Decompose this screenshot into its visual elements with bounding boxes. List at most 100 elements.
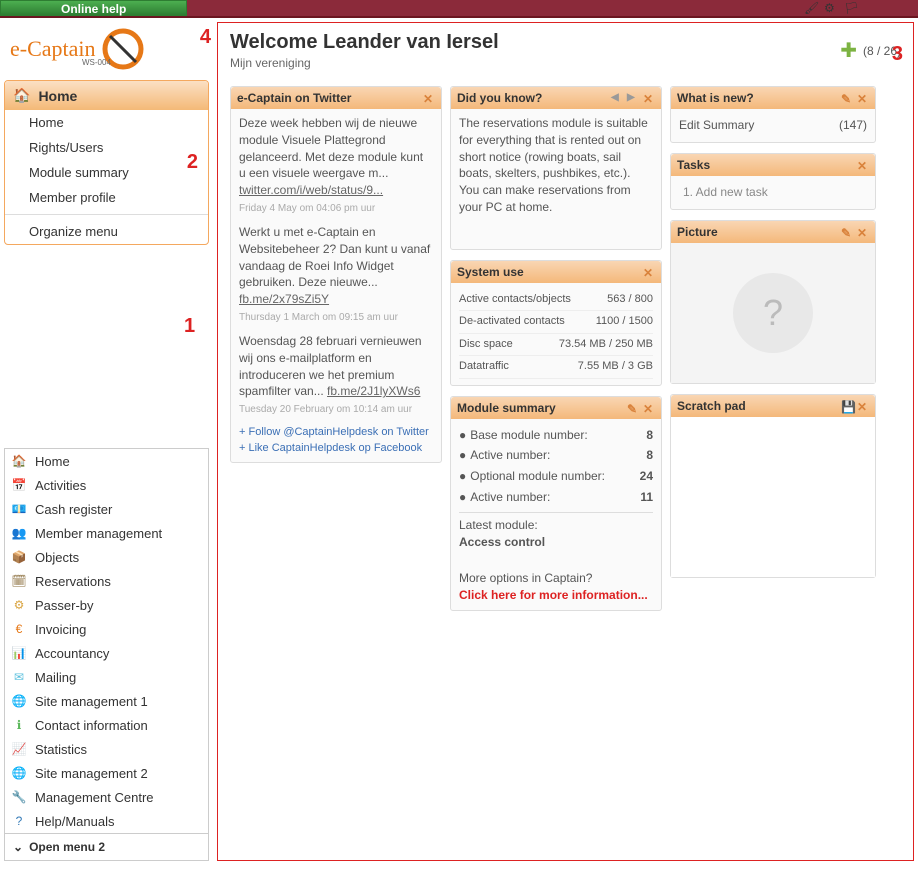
like-facebook-link[interactable]: + Like CaptainHelpdesk op Facebook bbox=[239, 441, 433, 456]
nav-item[interactable]: ⚙Passer-by bbox=[5, 593, 208, 617]
tweet-time: Thursday 1 March om 09:15 am uur bbox=[239, 312, 398, 323]
welcome-title: Welcome Leander van Iersel bbox=[230, 31, 499, 54]
tweet: Woensdag 28 februari vernieuwen wij ons … bbox=[239, 333, 433, 417]
system-label: Datatraffic bbox=[459, 359, 509, 374]
nav-item[interactable]: ℹContact information bbox=[5, 713, 208, 737]
close-icon[interactable]: ✕ bbox=[643, 402, 655, 414]
follow-twitter-link[interactable]: + Follow @CaptainHelpdesk on Twitter bbox=[239, 425, 433, 440]
close-icon[interactable]: ✕ bbox=[857, 159, 869, 171]
next-icon[interactable]: ▶ bbox=[627, 92, 639, 104]
nav-icon: ⚙ bbox=[11, 597, 27, 613]
nav-item[interactable]: 🔧Management Centre bbox=[5, 785, 208, 809]
whatsnew-row[interactable]: Edit Summary (147) bbox=[679, 115, 867, 136]
latest-module-value: Access control bbox=[459, 535, 545, 549]
tweet-link[interactable]: fb.me/2J1lyXWs6 bbox=[327, 384, 420, 398]
add-task-link[interactable]: 1. Add new task bbox=[679, 182, 867, 203]
edit-icon[interactable]: ✎ bbox=[841, 92, 853, 104]
nav-icon: 👥 bbox=[11, 525, 27, 541]
online-help-button[interactable]: Online help bbox=[0, 0, 187, 16]
twitter-widget-header[interactable]: e-Captain on Twitter ✕ bbox=[231, 87, 441, 109]
nav-icon: 📦 bbox=[11, 549, 27, 565]
home-menu-item[interactable]: Rights/Users bbox=[5, 135, 208, 160]
home-menu-item[interactable]: Module summary bbox=[5, 160, 208, 185]
nav-label: Home bbox=[35, 454, 70, 469]
modsummary-header[interactable]: Module summary ✎ ✕ bbox=[451, 397, 661, 419]
tweet-link[interactable]: twitter.com/i/web/status/9... bbox=[239, 183, 383, 197]
nav-item[interactable]: 🌐 Site management 2 bbox=[5, 761, 208, 785]
nav-item[interactable]: ?Help/Manuals bbox=[5, 809, 208, 833]
tasks-header[interactable]: Tasks ✕ bbox=[671, 154, 875, 176]
didyouknow-title: Did you know? bbox=[457, 91, 542, 105]
nav-icon: 🌐 bbox=[11, 693, 27, 709]
systemuse-header[interactable]: System use ✕ bbox=[451, 261, 661, 283]
tweet-link[interactable]: fb.me/2x79sZi5Y bbox=[239, 292, 329, 306]
nav-icon: € bbox=[11, 621, 27, 637]
annotation-2: 2 bbox=[187, 151, 198, 174]
close-icon[interactable]: ✕ bbox=[423, 92, 435, 104]
placeholder-image-icon: ? bbox=[733, 273, 813, 353]
close-icon[interactable]: ✕ bbox=[643, 92, 655, 104]
system-label: De-activated contacts bbox=[459, 314, 565, 329]
close-icon[interactable]: ✕ bbox=[643, 266, 655, 278]
nav-item[interactable]: 📈Statistics bbox=[5, 737, 208, 761]
nav-icon: 📊 bbox=[11, 645, 27, 661]
didyouknow-widget: Did you know? ◀ ▶ ✕ The reservations mod… bbox=[450, 86, 662, 250]
close-icon[interactable]: ✕ bbox=[857, 400, 869, 412]
whatsnew-widget: What is new? ✎ ✕ Edit Summary (147) bbox=[670, 86, 876, 143]
nav-item[interactable]: 📅Activities bbox=[5, 473, 208, 497]
system-row: Datatraffic 7.55 MB / 3 GB bbox=[459, 356, 653, 378]
module-row: ●Optional module number:24 bbox=[459, 466, 653, 487]
picture-header[interactable]: Picture ✎ ✕ bbox=[671, 221, 875, 243]
module-label: ●Active number: bbox=[459, 489, 550, 506]
open-menu-toggle[interactable]: ⌄Open menu 2 bbox=[5, 833, 208, 860]
whatsnew-header[interactable]: What is new? ✎ ✕ bbox=[671, 87, 875, 109]
close-icon[interactable]: ✕ bbox=[857, 226, 869, 238]
twitter-widget: e-Captain on Twitter ✕ Deze week hebben … bbox=[230, 86, 442, 463]
nav-item[interactable]: €Invoicing bbox=[5, 617, 208, 641]
save-icon[interactable]: 💾 bbox=[841, 400, 853, 412]
nav-label: Site management 2 bbox=[35, 766, 148, 781]
edit-icon[interactable]: ✎ bbox=[627, 402, 639, 414]
nav-item[interactable]: ✉Mailing bbox=[5, 665, 208, 689]
nav-item[interactable]: 📊Accountancy bbox=[5, 641, 208, 665]
scratchpad-textarea[interactable] bbox=[671, 417, 875, 577]
tweet-time: Tuesday 20 February om 10:14 am uur bbox=[239, 404, 412, 415]
prev-icon[interactable]: ◀ bbox=[611, 92, 623, 104]
home-menu-header[interactable]: 🏠 Home bbox=[5, 81, 208, 110]
nav-item[interactable]: 🗓Reservations bbox=[5, 569, 208, 593]
didyouknow-header[interactable]: Did you know? ◀ ▶ ✕ bbox=[451, 87, 661, 109]
top-bar: Online help 🖌 ⚙ 🏳 bbox=[0, 0, 918, 18]
edit-icon[interactable]: ✎ bbox=[841, 226, 853, 238]
tool-icon-2[interactable]: ⚙ bbox=[824, 1, 838, 15]
nav-label: Activities bbox=[35, 478, 86, 493]
nav-label: Member management bbox=[35, 526, 162, 541]
organize-menu-link[interactable]: Organize menu bbox=[5, 219, 208, 244]
module-label: ●Optional module number: bbox=[459, 468, 605, 485]
system-label: Active contacts/objects bbox=[459, 292, 571, 307]
plus-icon[interactable]: ✚ bbox=[840, 38, 857, 63]
home-menu-item[interactable]: Home bbox=[5, 110, 208, 135]
system-row: Active contacts/objects563 / 800 bbox=[459, 289, 653, 311]
picture-title: Picture bbox=[677, 225, 718, 239]
scratchpad-header[interactable]: Scratch pad 💾 ✕ bbox=[671, 395, 875, 417]
nav-item[interactable]: 👥 Member management bbox=[5, 521, 208, 545]
nav-icon: 🌐 bbox=[11, 765, 27, 781]
system-row: De-activated contacts1100 / 1500 bbox=[459, 311, 653, 333]
scratchpad-body bbox=[671, 417, 875, 577]
home-menu-title: Home bbox=[38, 88, 77, 104]
nav-item[interactable]: 🏠 Home bbox=[5, 449, 208, 473]
nav-item[interactable]: 📦Objects bbox=[5, 545, 208, 569]
nav-icon: 🏠 bbox=[11, 453, 27, 469]
tool-icon-3[interactable]: 🏳 bbox=[844, 1, 858, 15]
whatsnew-title: What is new? bbox=[677, 91, 754, 105]
nav-item[interactable]: 💶Cash register bbox=[5, 497, 208, 521]
more-info-link[interactable]: Click here for more information... bbox=[459, 587, 653, 604]
tool-icon-1[interactable]: 🖌 bbox=[804, 1, 818, 15]
nav-label: Mailing bbox=[35, 670, 76, 685]
close-icon[interactable]: ✕ bbox=[857, 92, 869, 104]
twitter-widget-title: e-Captain on Twitter bbox=[237, 91, 351, 105]
system-value: 7.55 MB / 3 GB bbox=[578, 359, 653, 374]
nav-item[interactable]: 🌐 Site management 1 bbox=[5, 689, 208, 713]
nav-label: Site management 1 bbox=[35, 694, 148, 709]
home-menu-item[interactable]: Member profile bbox=[5, 185, 208, 210]
